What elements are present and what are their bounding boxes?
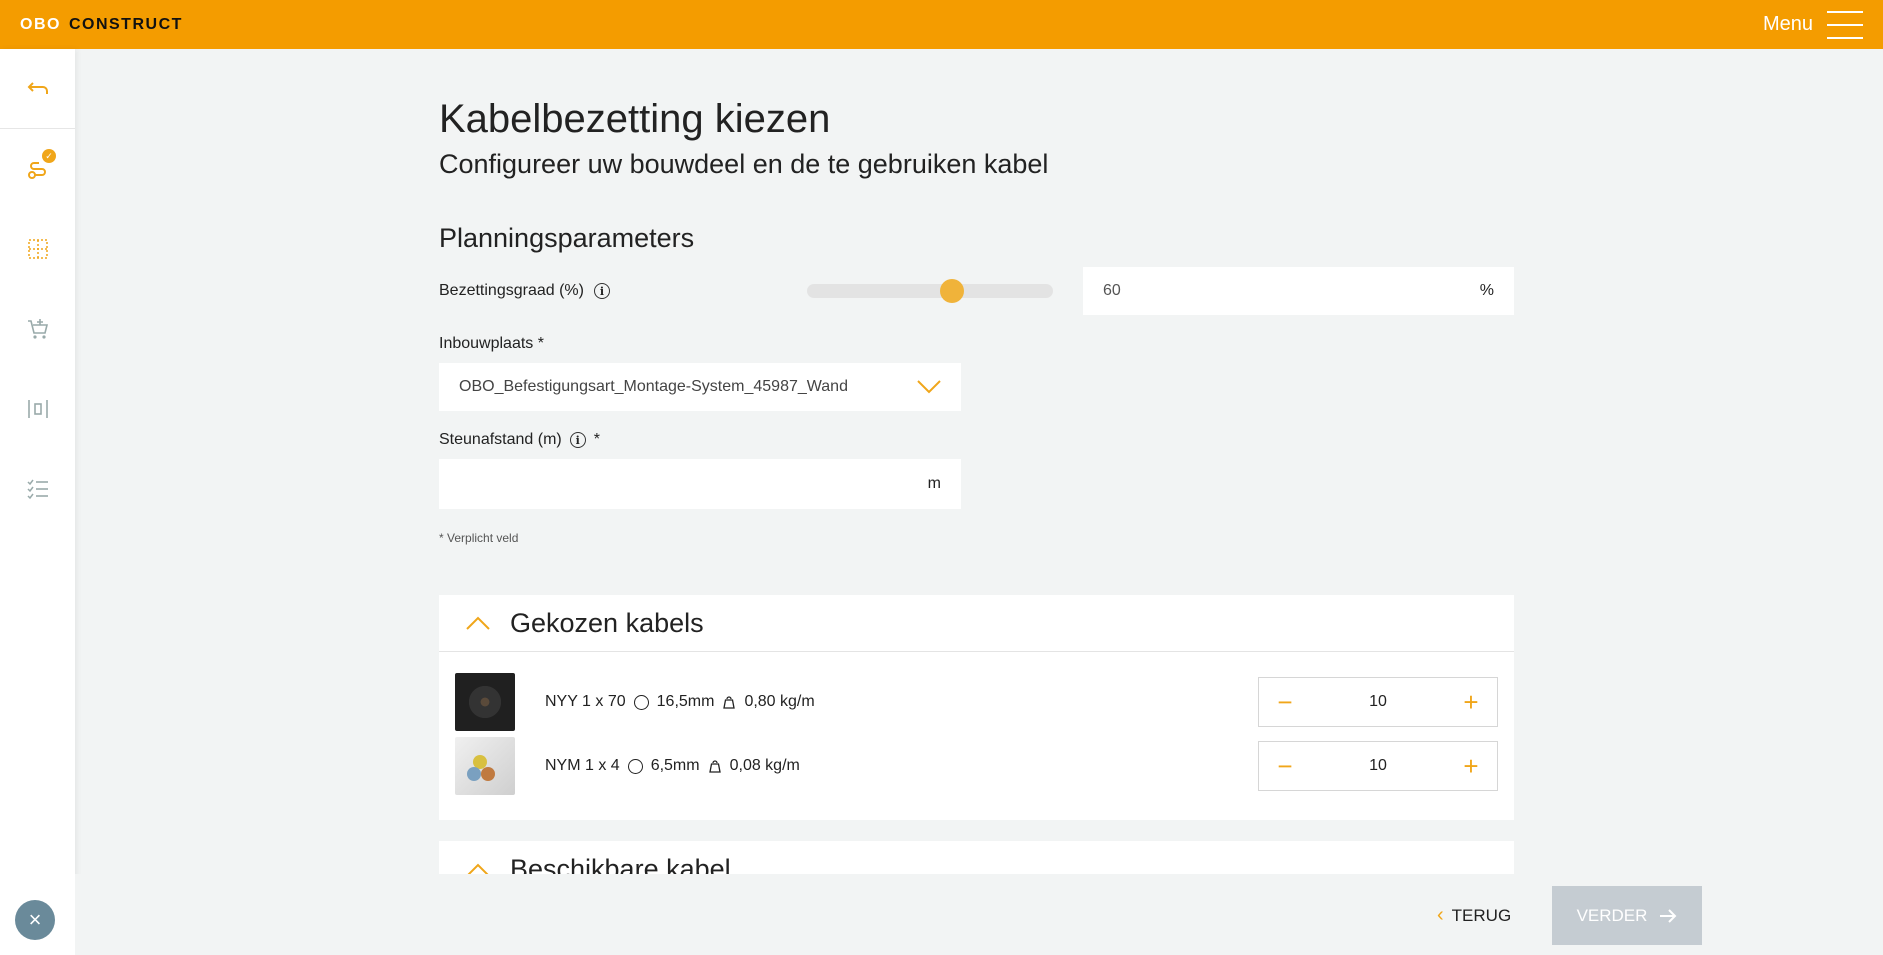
plus-icon[interactable]: + xyxy=(1461,753,1481,779)
cable-row: NYM 1 x 4 6,5mm 0,08 kg/m − 10 + xyxy=(455,736,1498,796)
quantity-stepper: − 10 + xyxy=(1258,741,1498,791)
cable-diameter: 6,5mm xyxy=(650,757,700,774)
plus-icon[interactable]: + xyxy=(1461,689,1481,715)
cable-info: NYM 1 x 4 6,5mm 0,08 kg/m xyxy=(545,757,800,775)
available-cables-panel: Beschikbare kabel xyxy=(439,841,1514,874)
chevron-left-icon: ‹ xyxy=(1437,904,1444,926)
return-arrow-icon xyxy=(27,81,48,94)
sidebar-item-grid[interactable] xyxy=(0,209,75,289)
arrow-right-icon xyxy=(1660,908,1677,923)
weight-icon xyxy=(723,696,736,709)
logo-brand-right: CONSTRUCT xyxy=(68,15,183,33)
support-label: Steunafstand (m) i * xyxy=(439,431,1514,449)
cable-info: NYY 1 x 70 16,5mm 0,80 kg/m xyxy=(545,693,815,711)
cable-list: NYY 1 x 70 16,5mm 0,80 kg/m − 10 + NYM 1… xyxy=(439,652,1514,820)
required-note: * Verplicht veld xyxy=(439,531,519,545)
mounting-label: Inbouwplaats * xyxy=(439,335,544,352)
info-icon[interactable]: i xyxy=(593,283,610,299)
grid-icon xyxy=(27,239,48,259)
back-arrow-button[interactable] xyxy=(0,49,75,129)
footer-nav: ‹ TERUG VERDER xyxy=(75,874,1883,955)
occupancy-unit: % xyxy=(1479,282,1494,299)
check-icon: ✓ xyxy=(42,149,56,163)
quantity-stepper: − 10 + xyxy=(1258,677,1498,727)
support-unit: m xyxy=(927,475,941,492)
cable-thumbnail xyxy=(455,673,515,731)
back-button-label: TERUG xyxy=(1451,905,1512,925)
diameter-icon xyxy=(627,758,643,774)
cart-add-icon xyxy=(27,319,48,339)
quantity-value[interactable]: 10 xyxy=(1369,693,1387,711)
mounting-value: OBO_Befestigungsart_Montage-System_45987… xyxy=(459,378,848,395)
menu-label: Menu xyxy=(1762,13,1813,35)
cable-weight: 0,80 kg/m xyxy=(744,693,815,710)
sidebar-item-route[interactable]: ✓ xyxy=(0,129,75,209)
chevron-down-icon xyxy=(917,380,941,394)
chevron-up-icon xyxy=(467,863,489,874)
chosen-cables-panel: Gekozen kabels NYY 1 x 70 16,5mm 0,80 kg… xyxy=(439,595,1514,820)
back-button[interactable]: ‹ TERUG xyxy=(1437,904,1511,927)
top-bar: OBO CONSTRUCT Menu xyxy=(0,0,1883,49)
cable-weight: 0,08 kg/m xyxy=(729,757,800,774)
cable-diameter: 16,5mm xyxy=(656,693,715,710)
occupancy-row: Bezettingsgraad (%) i 60 % xyxy=(439,267,1514,315)
info-icon[interactable]: i xyxy=(569,432,586,448)
distance-icon xyxy=(27,400,48,418)
hamburger-icon[interactable] xyxy=(1827,10,1863,39)
minus-icon[interactable]: − xyxy=(1275,753,1295,779)
close-button[interactable]: × xyxy=(15,900,55,940)
main-content: Kabelbezetting kiezen Configureer uw bou… xyxy=(439,95,1514,820)
occupancy-value: 60 xyxy=(1103,282,1121,299)
page-subtitle: Configureer uw bouwdeel en de te gebruik… xyxy=(439,149,1049,179)
logo-brand-left: OBO xyxy=(20,15,61,33)
cable-thumbnail xyxy=(455,737,515,795)
page-title: Kabelbezetting kiezen xyxy=(439,97,831,141)
chosen-cables-header[interactable]: Gekozen kabels xyxy=(439,595,1514,652)
chosen-cables-title: Gekozen kabels xyxy=(510,607,704,638)
chevron-up-icon xyxy=(466,616,490,630)
occupancy-label: Bezettingsgraad (%) i xyxy=(439,282,610,300)
minus-icon[interactable]: − xyxy=(1275,689,1295,715)
close-icon: × xyxy=(28,907,42,932)
occupancy-input[interactable]: 60 % xyxy=(1083,267,1514,315)
support-distance-input[interactable]: m xyxy=(439,459,961,509)
mounting-select[interactable]: OBO_Befestigungsart_Montage-System_45987… xyxy=(439,363,961,411)
diameter-icon xyxy=(633,694,649,710)
next-button[interactable]: VERDER xyxy=(1552,886,1702,945)
occupancy-slider[interactable] xyxy=(807,279,1053,303)
occupancy-label-text: Bezettingsgraad (%) xyxy=(439,282,584,299)
quantity-value[interactable]: 10 xyxy=(1369,757,1387,775)
checklist-icon xyxy=(26,479,48,500)
sidebar: ✓ × xyxy=(0,49,75,955)
available-cables-title: Beschikbare kabel xyxy=(510,854,731,874)
slider-thumb[interactable] xyxy=(940,279,965,303)
menu-toggle[interactable]: Menu xyxy=(1762,10,1863,39)
cable-name: NYM 1 x 4 xyxy=(545,757,620,774)
sidebar-item-distance[interactable] xyxy=(0,369,75,449)
next-button-label: VERDER xyxy=(1576,905,1648,925)
sidebar-item-cart[interactable] xyxy=(0,289,75,369)
planning-section-title: Planningsparameters xyxy=(439,223,695,253)
required-marker: * xyxy=(593,431,600,448)
cable-row: NYY 1 x 70 16,5mm 0,80 kg/m − 10 + xyxy=(455,672,1498,732)
cable-name: NYY 1 x 70 xyxy=(545,693,626,710)
obo-logo[interactable]: OBO CONSTRUCT xyxy=(20,16,183,34)
available-cables-header[interactable]: Beschikbare kabel xyxy=(439,841,1514,874)
sidebar-item-checklist[interactable] xyxy=(0,449,75,529)
support-label-text: Steunafstand (m) xyxy=(439,431,562,448)
weight-icon xyxy=(708,760,721,773)
